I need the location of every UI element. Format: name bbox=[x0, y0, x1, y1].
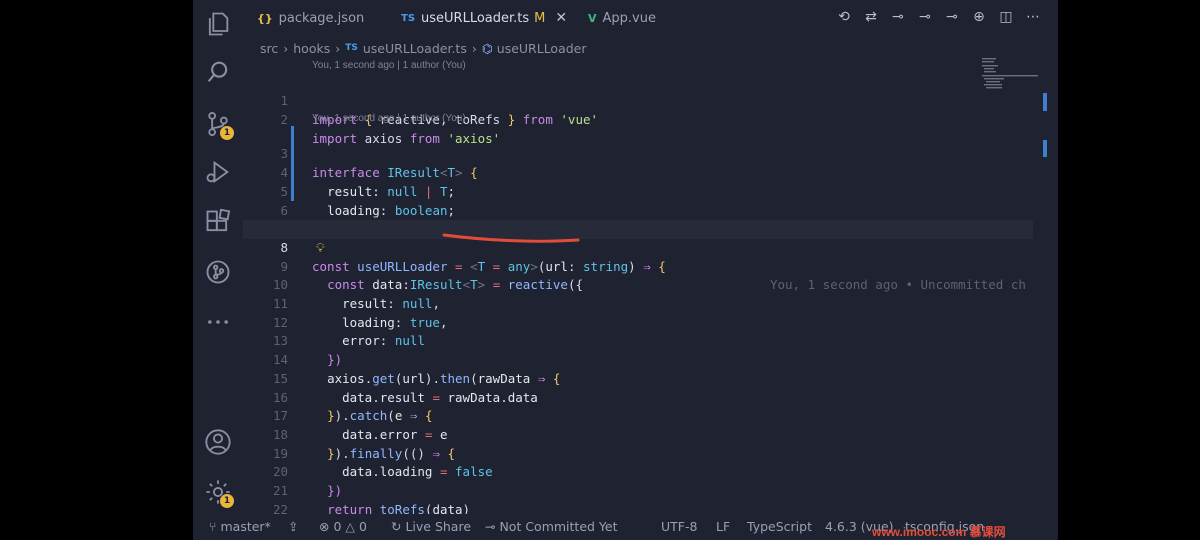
code-line: 19 data.loading = false bbox=[243, 426, 1033, 480]
split-editor-icon[interactable]: ◫ bbox=[997, 8, 1015, 26]
chevron-right-icon: › bbox=[471, 40, 477, 56]
commit-status[interactable]: ⊸ Not Committed Yet bbox=[485, 514, 618, 540]
code-line: 10 result: null, bbox=[243, 258, 1033, 311]
code-editor[interactable]: You, 1 second ago | 1 author (You) 1 imp… bbox=[243, 58, 1033, 536]
chevron-right-icon: › bbox=[283, 40, 289, 56]
code-line: 11 loading: true, bbox=[243, 276, 1033, 330]
tab-bar: {} package.json TS useURLLoader.ts M ✕ V… bbox=[243, 0, 1058, 36]
breadcrumb-folder-src[interactable]: src bbox=[260, 41, 278, 56]
minimap[interactable] bbox=[982, 56, 1052, 96]
commit-status-label: Not Committed Yet bbox=[499, 519, 618, 534]
more-icon[interactable] bbox=[193, 302, 243, 342]
scrollbar-change-marker bbox=[1043, 93, 1047, 111]
code-line: 7 💡︎ bbox=[243, 202, 1033, 255]
editor-window: 1 1 {} package.json TS useURLLoader.ts M… bbox=[193, 0, 1058, 540]
tab-useurlloader[interactable]: TS useURLLoader.ts M ✕ bbox=[401, 0, 567, 36]
tab-label: useURLLoader.ts bbox=[421, 10, 530, 26]
branch-name: master* bbox=[220, 519, 271, 534]
modified-indicator: M bbox=[534, 10, 546, 26]
code-line: 15 data.result = rawData.data bbox=[243, 351, 1033, 405]
scm-badge: 1 bbox=[220, 126, 234, 140]
account-icon[interactable] bbox=[193, 422, 243, 462]
code-line: 3 interface IResult<T> { bbox=[243, 127, 1033, 180]
explorer-icon[interactable] bbox=[193, 4, 243, 44]
git-commit-prev-icon[interactable]: ⊸ bbox=[916, 8, 934, 26]
language-indicator[interactable]: TypeScript bbox=[747, 514, 812, 540]
tab-package-json[interactable]: {} package.json bbox=[257, 0, 364, 36]
codelens-authors[interactable]: You, 1 second ago | 1 author (You) bbox=[312, 111, 466, 127]
activity-bar: 1 1 bbox=[193, 0, 243, 514]
compare-changes-icon[interactable]: ⇄ bbox=[862, 8, 880, 26]
code-line: 5 loading: boolean; bbox=[243, 164, 1033, 218]
code-line: 13 }) bbox=[243, 314, 1033, 367]
eol-indicator[interactable]: LF bbox=[716, 514, 730, 540]
settings-icon[interactable]: 1 bbox=[193, 472, 243, 512]
search-icon[interactable] bbox=[193, 52, 243, 92]
code-line: 17 data.error = e bbox=[243, 389, 1033, 442]
codelens-authors[interactable]: You, 1 second ago | 1 author (You) bbox=[312, 58, 466, 74]
scrollbar-change-marker bbox=[1043, 140, 1047, 157]
git-commit-icon[interactable]: ⊸ bbox=[889, 8, 907, 26]
live-share-button[interactable]: ↻ Live Share bbox=[391, 514, 471, 540]
watermark: www.imooc.com 慕课网 bbox=[872, 525, 1006, 539]
code-line: 9 const data:IResult<T> = reactive({ bbox=[243, 239, 1033, 293]
code-line: 22 } bbox=[243, 482, 1033, 536]
tab-app-vue[interactable]: V App.vue bbox=[588, 0, 656, 36]
typescript-icon: TS bbox=[401, 12, 416, 24]
branch-indicator[interactable]: ⑂ master* bbox=[209, 514, 271, 540]
breadcrumb-file[interactable]: useURLLoader.ts bbox=[363, 41, 467, 56]
tab-label: App.vue bbox=[602, 10, 656, 26]
breadcrumb-symbol[interactable]: useURLLoader bbox=[497, 41, 587, 56]
tab-label: package.json bbox=[278, 10, 365, 26]
code-line: 14 axios.get(url).then(rawData ⇒ { bbox=[243, 332, 1033, 386]
code-line: 16 }).catch(e ⇒ { bbox=[243, 370, 1033, 424]
vue-icon: V bbox=[588, 11, 597, 25]
git-graph-icon[interactable] bbox=[193, 252, 243, 292]
run-debug-icon[interactable] bbox=[193, 152, 243, 192]
json-icon: {} bbox=[257, 11, 273, 25]
code-line: 2 import axios from 'axios' bbox=[243, 92, 1033, 146]
code-line-current: 8 const useURLLoader = <T = any>(url: st… bbox=[243, 220, 1033, 292]
code-line: 1 import { reactive, toRefs } from 'vue' bbox=[243, 74, 1033, 127]
breadcrumb: src › hooks › TS useURLLoader.ts › ⌬ use… bbox=[260, 40, 587, 56]
extensions-icon[interactable] bbox=[193, 202, 243, 242]
symbol-variable-icon: ⌬ bbox=[481, 40, 493, 56]
settings-badge: 1 bbox=[220, 494, 234, 508]
code-line: 20 }) bbox=[243, 445, 1033, 498]
more-actions-icon[interactable]: ⋯ bbox=[1024, 8, 1042, 26]
code-line: 4 result: null | T; bbox=[243, 145, 1033, 199]
source-control-icon[interactable]: 1 bbox=[193, 104, 243, 144]
code-line: 18 }).finally(() ⇒ { bbox=[243, 407, 1033, 461]
sync-icon[interactable]: ⇪ bbox=[288, 514, 298, 540]
close-icon[interactable]: ✕ bbox=[555, 10, 567, 26]
code-line: 6 error: any; bbox=[243, 183, 1033, 237]
annotation-underline bbox=[442, 233, 580, 243]
encoding-indicator[interactable]: UTF-8 bbox=[661, 514, 697, 540]
warning-count: 0 bbox=[358, 519, 367, 534]
git-lens-icon[interactable]: ⊕ bbox=[970, 8, 988, 26]
git-commit-next-icon[interactable]: ⊸ bbox=[943, 8, 961, 26]
timeline-icon[interactable]: ⟲ bbox=[835, 8, 853, 26]
chevron-right-icon: › bbox=[335, 40, 341, 56]
breadcrumb-folder-hooks[interactable]: hooks bbox=[293, 41, 330, 56]
live-share-label: Live Share bbox=[405, 519, 472, 534]
code-line: 21 return toRefs(data) bbox=[243, 463, 1033, 517]
error-count: 0 bbox=[333, 519, 342, 534]
problems-indicator[interactable]: ⊗ 0 △ 0 bbox=[319, 514, 367, 540]
typescript-icon: TS bbox=[345, 43, 358, 53]
code-line: 12 error: null bbox=[243, 295, 1033, 349]
